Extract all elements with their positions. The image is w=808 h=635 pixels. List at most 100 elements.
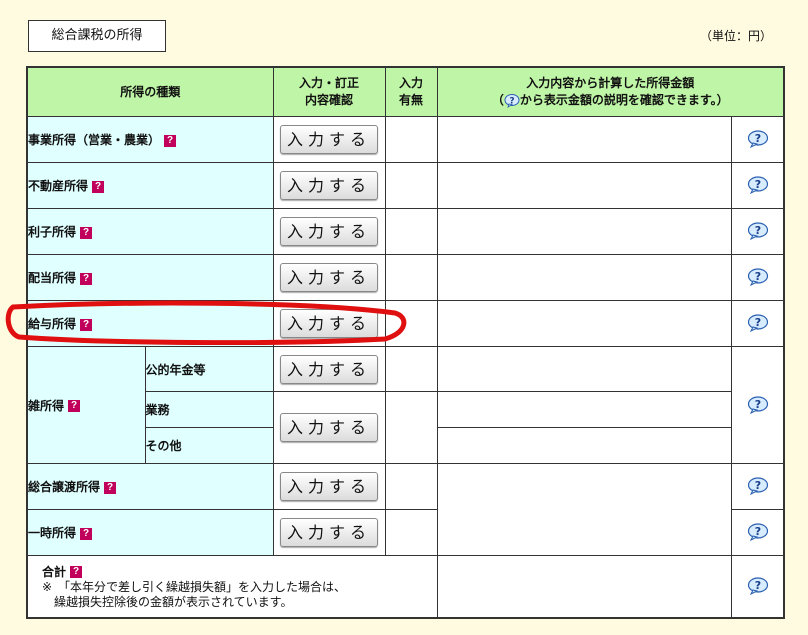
row-label-interest: 利子所得? (26, 208, 274, 255)
explain-help-icon[interactable]: ? (747, 222, 769, 240)
row-sublabel-business: 業務 (144, 391, 274, 428)
input-button-real-estate[interactable]: 入力する (280, 171, 379, 200)
input-button-capital-gains[interactable]: 入力する (280, 472, 379, 501)
table-header-row: 所得の種類 入力・訂正 内容確認 入力 有無 入力内容から計算した所得金額 （?… (26, 66, 785, 117)
table-row-interest: 利子所得? 入力する ? (26, 208, 785, 255)
input-cell: 入力する (272, 254, 386, 301)
input-cell: 入力する (272, 509, 386, 556)
explain-help-icon[interactable]: ? (747, 176, 769, 194)
row-label-text: 給与所得 (28, 317, 77, 331)
input-status-pension (384, 346, 438, 392)
help-cell: ? (730, 300, 785, 347)
input-cell: 入力する (272, 391, 386, 464)
input-status-business (384, 116, 438, 163)
row-label-text: 事業所得（営業・農業） (28, 133, 161, 147)
input-button-business[interactable]: 入力する (280, 125, 379, 154)
table-row-business: 事業所得（営業・農業）? 入力する ? (26, 116, 785, 163)
header-computed-line2-pre: （ (491, 93, 504, 107)
svg-text:?: ? (755, 270, 761, 283)
input-button-dividend[interactable]: 入力する (280, 263, 379, 292)
help-cell: ? (730, 254, 785, 301)
help-icon[interactable]: ? (80, 226, 93, 239)
row-label-text: 利子所得 (28, 225, 77, 239)
header-input-status-line2: 有無 (399, 93, 424, 107)
amount-pension (436, 346, 732, 392)
help-icon[interactable]: ? (92, 180, 105, 193)
help-icon[interactable]: ? (80, 527, 93, 540)
svg-text:?: ? (755, 579, 761, 592)
table-row-salary: 給与所得? 入力する ? (26, 300, 785, 347)
row-label-capital-gains: 総合譲渡所得? (26, 463, 274, 510)
row-label-text: 配当所得 (28, 271, 77, 285)
header-input-status: 入力 有無 (384, 66, 438, 117)
input-cell: 入力する (272, 463, 386, 510)
header-income-type: 所得の種類 (26, 66, 274, 117)
help-icon[interactable]: ? (68, 400, 81, 412)
svg-text:?: ? (509, 96, 514, 106)
input-button-interest[interactable]: 入力する (280, 217, 379, 246)
table-row-real-estate: 不動産所得? 入力する ? (26, 162, 785, 209)
amount-dividend (436, 254, 732, 301)
input-button-salary[interactable]: 入力する (280, 309, 379, 338)
input-status-real-estate (384, 162, 438, 209)
explain-help-icon[interactable]: ? (747, 477, 769, 495)
svg-text:?: ? (755, 224, 761, 237)
explain-help-icon[interactable]: ? (747, 314, 769, 332)
svg-text:?: ? (755, 479, 761, 492)
help-cell: ? (730, 555, 785, 618)
amount-business (436, 116, 732, 163)
input-status-dividend (384, 254, 438, 301)
help-cell: ? (730, 116, 785, 163)
unit-label: （単位：円） (699, 29, 772, 43)
input-status-misc-business-other (384, 391, 438, 464)
amount-misc-business (436, 391, 732, 428)
row-label-real-estate: 不動産所得? (26, 162, 274, 209)
explain-help-icon[interactable]: ? (747, 268, 769, 286)
row-label-text: 不動産所得 (28, 179, 89, 193)
input-cell: 入力する (272, 346, 386, 392)
amount-real-estate (436, 162, 732, 209)
help-icon[interactable]: ? (80, 272, 93, 285)
row-sublabel-other: その他 (144, 427, 274, 464)
svg-text:?: ? (755, 525, 761, 538)
row-label-text: 雑所得 (28, 398, 65, 413)
row-label-text: 総合譲渡所得 (28, 480, 101, 494)
help-cell: ? (730, 463, 785, 510)
row-sublabel-pension: 公的年金等 (144, 346, 274, 392)
explain-help-icon[interactable]: ? (747, 577, 769, 595)
row-label-misc: 雑所得? (26, 346, 146, 464)
header-input-status-line1: 入力 (399, 76, 424, 90)
help-icon[interactable]: ? (70, 566, 83, 579)
amount-total (436, 555, 732, 618)
explain-help-icon[interactable]: ? (747, 395, 769, 414)
total-note-line1: ※ 「本年分で差し引く繰越損失額」を入力した場合は、 (42, 579, 347, 594)
input-status-capital-gains (384, 463, 438, 510)
input-button-occasional[interactable]: 入力する (280, 518, 379, 547)
explain-help-icon[interactable]: ? (747, 130, 769, 148)
input-cell: 入力する (272, 300, 386, 347)
help-icon[interactable]: ? (164, 134, 177, 147)
amount-interest (436, 208, 732, 255)
svg-text:?: ? (755, 316, 761, 329)
row-label-text: 一時所得 (28, 526, 77, 540)
svg-text:?: ? (755, 398, 761, 411)
row-label-total: 合計? ※ 「本年分で差し引く繰越損失額」を入力した場合は、 繰越損失控除後の金… (26, 555, 438, 618)
income-table: 所得の種類 入力・訂正 内容確認 入力 有無 入力内容から計算した所得金額 （?… (26, 66, 786, 619)
section-title: 総合課税の所得 (28, 20, 166, 52)
input-status-interest (384, 208, 438, 255)
table-row-misc-pension: 雑所得? 公的年金等 入力する ? (26, 346, 785, 464)
table-row-capital-gains: 総合譲渡所得? 入力する ? (26, 463, 785, 556)
table-row-dividend: 配当所得? 入力する ? (26, 254, 785, 301)
help-cell: ? (730, 346, 785, 464)
help-icon[interactable]: ? (80, 318, 93, 331)
header-computed-amount: 入力内容から計算した所得金額 （? から表示金額の説明を確認できます。） (436, 66, 785, 117)
header-input-confirm-line2: 内容確認 (305, 93, 354, 107)
explain-help-icon[interactable]: ? (747, 523, 769, 541)
row-label-business: 事業所得（営業・農業）? (26, 116, 274, 163)
input-button-misc-business-other[interactable]: 入力する (280, 413, 379, 442)
help-icon[interactable]: ? (104, 481, 117, 494)
amount-salary (436, 300, 732, 347)
amount-misc-other (436, 427, 732, 464)
header-input-confirm-line1: 入力・訂正 (299, 76, 360, 90)
input-button-pension[interactable]: 入力する (280, 354, 379, 384)
